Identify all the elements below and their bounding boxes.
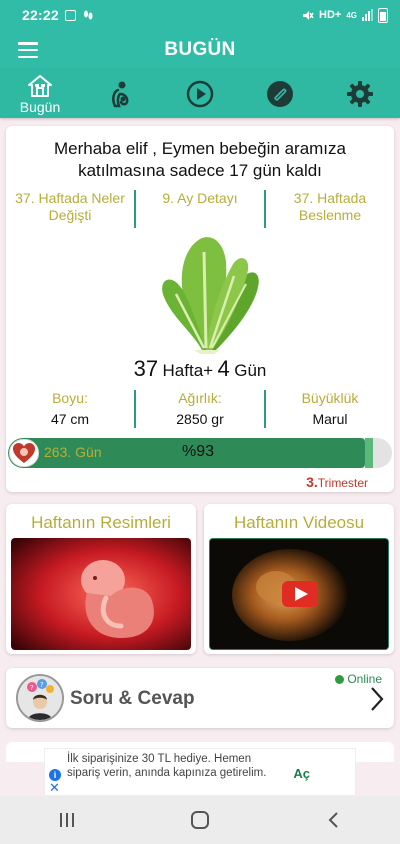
tab-bar: Bugün <box>0 70 400 118</box>
fetus-image <box>11 538 191 650</box>
battery-icon <box>378 7 388 23</box>
gear-icon <box>347 81 373 107</box>
stat-length: Boyu: 47 cm <box>6 390 134 430</box>
stat-weight: Ağırlık: 2850 gr <box>136 390 264 430</box>
menu-button[interactable] <box>18 42 38 58</box>
mute-icon <box>303 10 314 20</box>
signal-icon <box>362 9 373 21</box>
gallery-notification-icon <box>64 9 76 21</box>
stat-value: 2850 gr <box>176 411 224 427</box>
video-thumbnail <box>209 538 389 650</box>
status-time: 22:22 <box>22 7 59 23</box>
qa-card[interactable]: ? ? Soru & Cevap Online <box>6 668 394 728</box>
pregnancy-week-counter: 37 Hafta+ 4 Gün <box>6 356 394 382</box>
tab-settings[interactable] <box>320 70 400 118</box>
days-label: Gün <box>234 361 267 380</box>
svg-text:?: ? <box>30 684 34 692</box>
home-icon <box>28 74 52 97</box>
tab-videos[interactable] <box>160 70 240 118</box>
trimester-text: Trimester <box>317 476 368 490</box>
footprints-notification-icon <box>83 10 93 20</box>
network-type: HD+ <box>319 9 342 21</box>
network-gen: 4G <box>346 10 357 20</box>
app-header: BUGÜN <box>0 30 400 70</box>
page-title: BUGÜN <box>164 39 236 60</box>
avatar: ? ? <box>16 674 64 722</box>
tab-attachments[interactable] <box>240 70 320 118</box>
tab-today[interactable]: Bugün <box>0 70 80 118</box>
stat-value: Marul <box>312 411 348 427</box>
ad-banner[interactable]: i ✕ İlk siparişinize 30 TL hediye. Hemen… <box>44 748 356 796</box>
baby-stats: Boyu: 47 cm Ağırlık: 2850 gr Büyüklük Ma… <box>6 390 394 430</box>
mother-baby-icon <box>112 81 129 108</box>
online-dot-icon <box>335 674 345 684</box>
status-bar: 22:22 HD+ 4G <box>0 0 400 30</box>
lettuce-image <box>162 237 259 354</box>
stat-size: Büyüklük Marul <box>266 390 394 430</box>
week-nutrition-link[interactable]: 37. Haftada Beslenme <box>266 190 394 228</box>
week-changes-link[interactable]: 37. Haftada Neler Değişti <box>6 190 134 228</box>
trimester-number: 3. <box>306 474 318 490</box>
back-icon <box>328 812 339 828</box>
ad-open-button[interactable]: Aç <box>293 766 310 781</box>
system-nav-bar <box>0 796 400 844</box>
paperclip-icon <box>267 81 293 107</box>
greeting-text: Merhaba elif , Eymen bebeğin aramıza kat… <box>54 139 346 180</box>
ad-close-icon[interactable]: ✕ <box>49 781 60 794</box>
tab-today-label: Bugün <box>19 98 61 115</box>
progress-fill-edge <box>365 438 373 468</box>
month-detail-link[interactable]: 9. Ay Detayı <box>136 190 264 228</box>
weeks-label: Hafta+ <box>162 361 214 380</box>
weekly-video-title: Haftanın Videosu <box>233 513 365 532</box>
heart-icon <box>9 439 39 467</box>
play-icon <box>186 80 214 108</box>
stat-label: Ağırlık: <box>178 390 222 406</box>
ad-text: İlk siparişinize 30 TL hediye. Hemen sip… <box>67 753 267 779</box>
info-links: 37. Haftada Neler Değişti 9. Ay Detayı 3… <box>6 190 394 228</box>
today-card: Merhaba elif , Eymen bebeğin aramıza kat… <box>6 126 394 492</box>
weekly-pictures-title: Haftanın Resimleri <box>31 513 171 532</box>
weekly-video-card[interactable]: Haftanın Videosu <box>204 504 394 654</box>
progress-days: 263. Gün <box>44 444 102 460</box>
chevron-right-icon <box>371 687 384 711</box>
stat-label: Büyüklük <box>301 390 359 406</box>
progress-percent: %93 <box>182 443 215 460</box>
qa-title: Soru & Cevap <box>70 688 195 709</box>
trimester-label: 3.Trimester <box>306 474 368 490</box>
recent-apps-button[interactable] <box>37 800 97 840</box>
recents-icon <box>59 813 74 827</box>
online-status: Online <box>335 672 382 686</box>
weekly-pictures-card[interactable]: Haftanın Resimleri <box>6 504 196 654</box>
stat-value: 47 cm <box>50 411 90 427</box>
days-number: 4 <box>217 356 230 381</box>
tab-pregnancy[interactable] <box>80 70 160 118</box>
home-circle-icon <box>190 811 209 829</box>
svg-text:?: ? <box>40 681 44 689</box>
online-label: Online <box>347 672 382 686</box>
back-button[interactable] <box>303 800 363 840</box>
home-button[interactable] <box>170 800 230 840</box>
weeks-number: 37 <box>133 356 159 381</box>
stat-label: Boyu: <box>52 390 88 406</box>
